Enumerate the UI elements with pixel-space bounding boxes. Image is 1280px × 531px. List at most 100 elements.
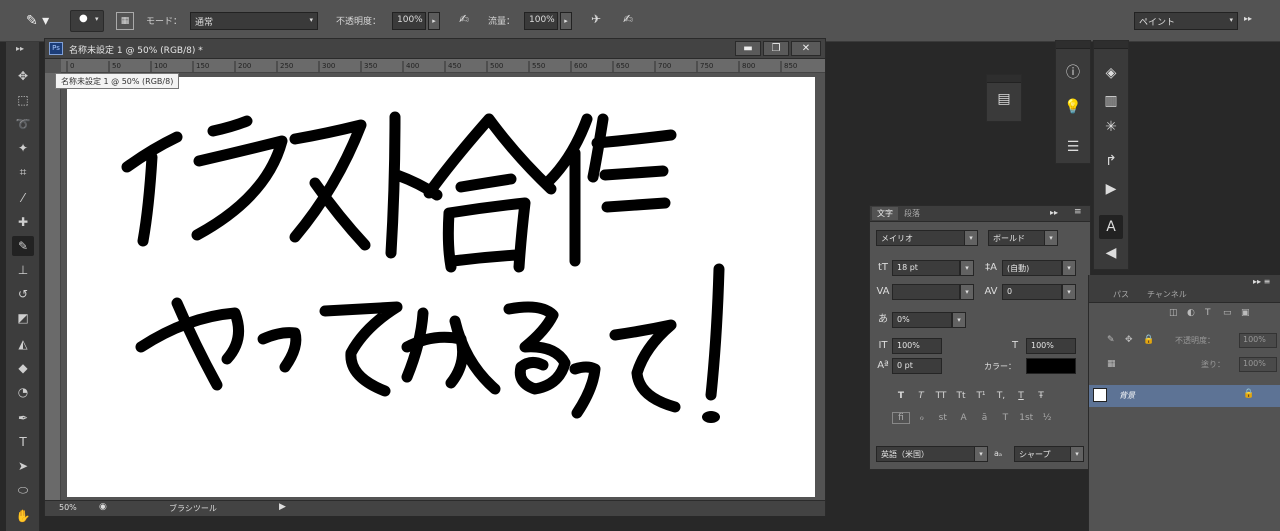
restore-button[interactable]: ❐ <box>763 41 789 56</box>
move-tool-icon[interactable]: ✥ <box>12 66 34 86</box>
paint-bucket-tool-icon[interactable]: ◭ <box>12 334 34 354</box>
brush-panel-toggle-icon[interactable]: ▦ <box>116 12 134 30</box>
pressure-opacity-icon[interactable]: ✍ <box>454 12 474 30</box>
lock-pixels-icon[interactable]: ✎ <box>1107 335 1115 345</box>
font-family-dropdown-button[interactable]: ▾ <box>964 230 978 246</box>
ligature-icon[interactable]: fi <box>892 412 910 424</box>
brush-tool-icon[interactable]: ✎ <box>12 236 34 256</box>
airbrush-icon[interactable]: ✈ <box>586 12 606 30</box>
minimize-button[interactable]: ▬ <box>735 41 761 56</box>
status-info-icon[interactable]: ◉ <box>99 502 107 512</box>
language-select[interactable]: 英語（米国） <box>876 446 976 462</box>
text-color-swatch[interactable] <box>1026 358 1076 374</box>
opacity-input[interactable]: 100% <box>392 12 426 30</box>
antialias-dropdown-button[interactable]: ▾ <box>1070 446 1084 462</box>
brush-tool-preset-icon[interactable]: ✎ ▾ <box>26 11 60 31</box>
character-panel-icon[interactable]: A <box>1099 215 1123 239</box>
tab-character[interactable]: 文字 <box>872 207 898 220</box>
zoom-level[interactable]: 50% <box>59 503 77 512</box>
info-icon[interactable]: ⓘ <box>1061 61 1085 85</box>
dodge-tool-icon[interactable]: ◔ <box>12 382 34 402</box>
lock-position-icon[interactable]: ✥ <box>1125 335 1133 345</box>
light-bulb-icon[interactable]: 💡 <box>1061 95 1085 119</box>
strikethrough-button[interactable]: Ŧ <box>1032 388 1050 404</box>
hand-tool-icon[interactable]: ✋ <box>12 506 34 526</box>
document-title-bar[interactable]: Ps 名称未設定 1 @ 50% (RGB/8) * ▬ ❐ ✕ <box>45 39 825 59</box>
superscript-button[interactable]: T¹ <box>972 388 990 404</box>
font-size-dropdown-button[interactable]: ▾ <box>960 260 974 276</box>
swatches-icon[interactable]: ▥ <box>1099 89 1123 113</box>
language-dropdown-button[interactable]: ▾ <box>974 446 988 462</box>
lasso-tool-icon[interactable]: ➰ <box>12 114 34 134</box>
font-style-dropdown-button[interactable]: ▾ <box>1044 230 1058 246</box>
brush-size-picker[interactable]: ● ▾ <box>70 10 104 32</box>
notes-icon[interactable]: ▤ <box>992 87 1016 111</box>
filter-shape-icon[interactable]: ▭ <box>1223 308 1232 318</box>
layers-panel-header[interactable]: ▸▸ ≡ パス チャンネル <box>1089 275 1280 303</box>
filter-adjust-icon[interactable]: ◐ <box>1187 308 1195 318</box>
history-icon[interactable]: ↱ <box>1099 149 1123 173</box>
font-family-select[interactable]: メイリオ <box>876 230 972 246</box>
baseline-shift-input[interactable]: 0 pt <box>892 358 942 374</box>
tab-paths[interactable]: パス <box>1113 289 1129 300</box>
horizontal-scale-input[interactable]: 100% <box>1026 338 1076 354</box>
tab-paragraph[interactable]: 段落 <box>904 208 920 219</box>
kerning-dropdown-button[interactable]: ▾ <box>960 284 974 300</box>
blend-mode-select[interactable]: 通常 ▾ <box>190 12 318 30</box>
panel-menu-icon[interactable]: ▸▸ ≡ <box>1253 277 1270 286</box>
filter-smart-icon[interactable]: ▣ <box>1241 308 1250 318</box>
font-size-input[interactable]: 18 pt <box>892 260 960 276</box>
lock-all-icon[interactable]: 🔒 <box>1143 335 1154 345</box>
quick-select-tool-icon[interactable]: ✦ <box>12 138 34 158</box>
eyedropper-tool-icon[interactable]: ⁄ <box>12 188 34 208</box>
tracking-input[interactable]: 0 <box>1002 284 1062 300</box>
panel-header[interactable] <box>1056 41 1090 49</box>
tab-channels[interactable]: チャンネル <box>1147 289 1187 300</box>
tsume-dropdown-button[interactable]: ▾ <box>952 312 966 328</box>
marquee-tool-icon[interactable]: ⬚ <box>12 90 34 110</box>
flow-input[interactable]: 100% <box>524 12 558 30</box>
actions-play-icon[interactable]: ▶ <box>1099 177 1123 201</box>
layer-opacity-input[interactable]: 100% <box>1239 333 1277 348</box>
workspace-switcher[interactable]: ペイント ▾ <box>1134 12 1238 30</box>
eraser-tool-icon[interactable]: ◩ <box>12 308 34 328</box>
opentype-icon-2[interactable]: st <box>934 413 952 423</box>
leading-input[interactable]: (自動) <box>1002 260 1062 276</box>
panel-header[interactable] <box>987 75 1021 83</box>
tsume-input[interactable]: 0% <box>892 312 952 328</box>
opacity-dropdown-button[interactable]: ▸ <box>428 12 440 30</box>
sliders-icon[interactable]: ☰ <box>1061 135 1085 159</box>
blur-tool-icon[interactable]: ◆ <box>12 358 34 378</box>
history-brush-tool-icon[interactable]: ↺ <box>12 284 34 304</box>
filter-type-icon[interactable]: T <box>1205 308 1211 318</box>
panel-menu-icon[interactable]: ≡ <box>1074 207 1082 217</box>
underline-button[interactable]: T <box>1012 388 1030 404</box>
adjustments-icon[interactable]: ✳ <box>1099 115 1123 139</box>
small-caps-button[interactable]: Tt <box>952 388 970 404</box>
pressure-size-icon[interactable]: ✍ <box>618 12 638 30</box>
layer-fill-input[interactable]: 100% <box>1239 357 1277 372</box>
vertical-scale-input[interactable]: 100% <box>892 338 942 354</box>
type-tool-icon[interactable]: T <box>12 432 34 452</box>
layer-row-background[interactable]: 背景 🔒 <box>1089 385 1280 407</box>
all-caps-button[interactable]: TT <box>932 388 950 404</box>
opentype-icon-6[interactable]: 1st <box>1017 413 1035 423</box>
shape-tool-icon[interactable]: ⬭ <box>12 480 34 500</box>
path-select-tool-icon[interactable]: ➤ <box>12 456 34 476</box>
stamp-tool-icon[interactable]: ⊥ <box>12 260 34 280</box>
lock-transparency-icon[interactable]: ▦ <box>1107 359 1116 369</box>
leading-dropdown-button[interactable]: ▾ <box>1062 260 1076 276</box>
tracking-dropdown-button[interactable]: ▾ <box>1062 284 1076 300</box>
antialias-select[interactable]: シャープ <box>1014 446 1072 462</box>
toolbox-collapse-icon[interactable]: ▸▸ <box>16 44 24 53</box>
close-button[interactable]: ✕ <box>791 41 821 56</box>
opentype-icon-5[interactable]: T <box>996 413 1014 423</box>
flow-dropdown-button[interactable]: ▸ <box>560 12 572 30</box>
status-menu-arrow-icon[interactable]: ▶ <box>279 502 286 512</box>
layer-name[interactable]: 背景 <box>1119 390 1135 401</box>
pen-tool-icon[interactable]: ✒ <box>12 408 34 428</box>
font-style-select[interactable]: ボールド <box>988 230 1046 246</box>
character-panel-header[interactable]: 文字 段落 ▸▸ ≡ <box>870 206 1090 222</box>
canvas[interactable] <box>67 77 815 497</box>
opentype-icon-1[interactable]: ℴ <box>913 413 931 423</box>
